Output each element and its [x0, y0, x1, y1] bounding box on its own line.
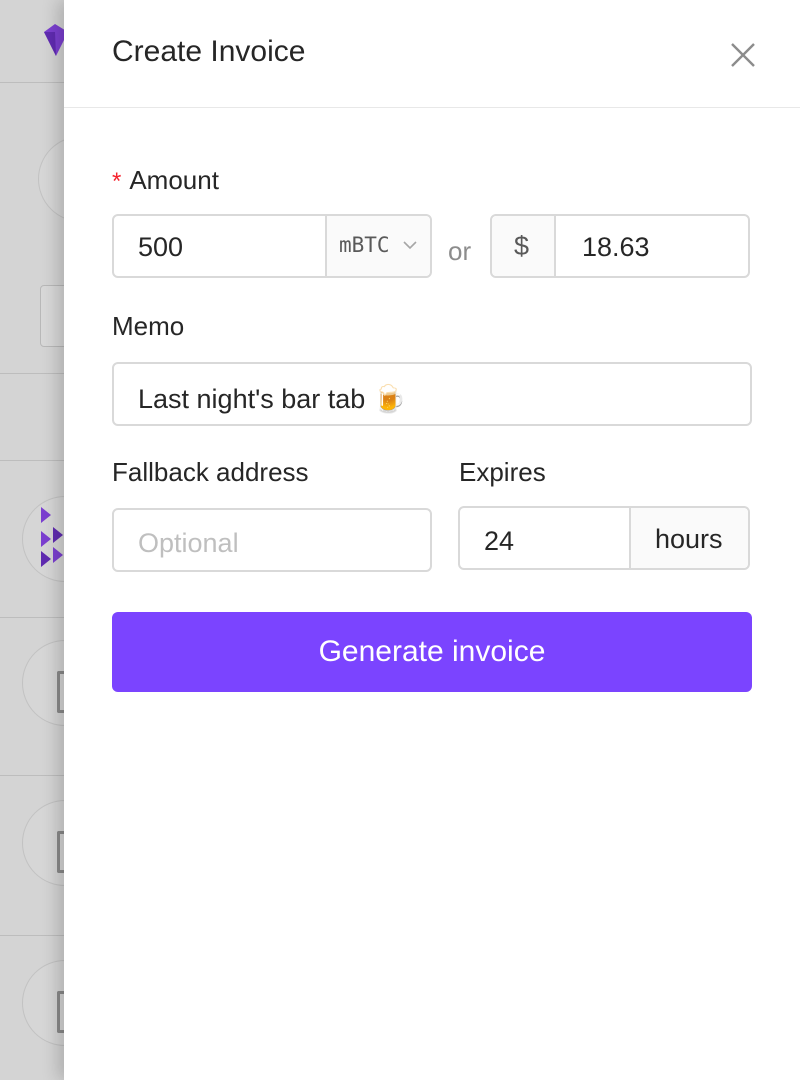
background-divider: [0, 935, 70, 936]
background-divider: [0, 617, 70, 618]
amount-label-text: Amount: [129, 165, 219, 195]
background-divider: [0, 373, 70, 374]
amount-input[interactable]: 500: [138, 232, 183, 263]
expires-input[interactable]: 24: [484, 526, 514, 557]
expires-input-group: 24 hours: [458, 506, 750, 570]
dollar-sign: $: [514, 231, 530, 261]
amount-input-group: 500 mBTC: [112, 214, 432, 278]
create-invoice-drawer: Create Invoice * Amount 500 mBTC or $ 18.…: [64, 0, 800, 1080]
close-icon: [731, 43, 755, 67]
memo-input-value: Last night's bar tab 🍺: [138, 384, 407, 414]
memo-label: Memo: [112, 311, 185, 341]
drawer-header: Create Invoice: [64, 0, 800, 108]
or-separator: or: [448, 236, 472, 266]
fiat-amount-input[interactable]: 18.63: [582, 232, 650, 263]
currency-addon: $: [492, 216, 556, 276]
background-divider: [0, 775, 70, 776]
expires-label: Expires: [459, 457, 546, 487]
drawer-title: Create Invoice: [112, 35, 306, 68]
required-mark: *: [112, 168, 122, 195]
memo-input[interactable]: Last night's bar tab 🍺: [112, 362, 752, 426]
fallback-address-input[interactable]: Optional: [112, 508, 432, 572]
close-button[interactable]: [726, 38, 760, 72]
expires-unit-addon: hours: [629, 508, 748, 568]
fiat-input-group: $ 18.63: [490, 214, 750, 278]
amount-label: * Amount: [112, 165, 219, 196]
background-divider: [0, 460, 70, 461]
generate-invoice-button[interactable]: Generate invoice: [112, 612, 752, 692]
background-divider: [0, 82, 70, 83]
unit-select-value: mBTC: [339, 233, 390, 257]
expires-unit: hours: [655, 524, 723, 554]
fallback-address-placeholder: Optional: [138, 528, 239, 558]
chevron-down-icon: [403, 241, 417, 250]
unit-select[interactable]: mBTC: [325, 216, 430, 276]
fallback-address-label: Fallback address: [112, 457, 309, 487]
